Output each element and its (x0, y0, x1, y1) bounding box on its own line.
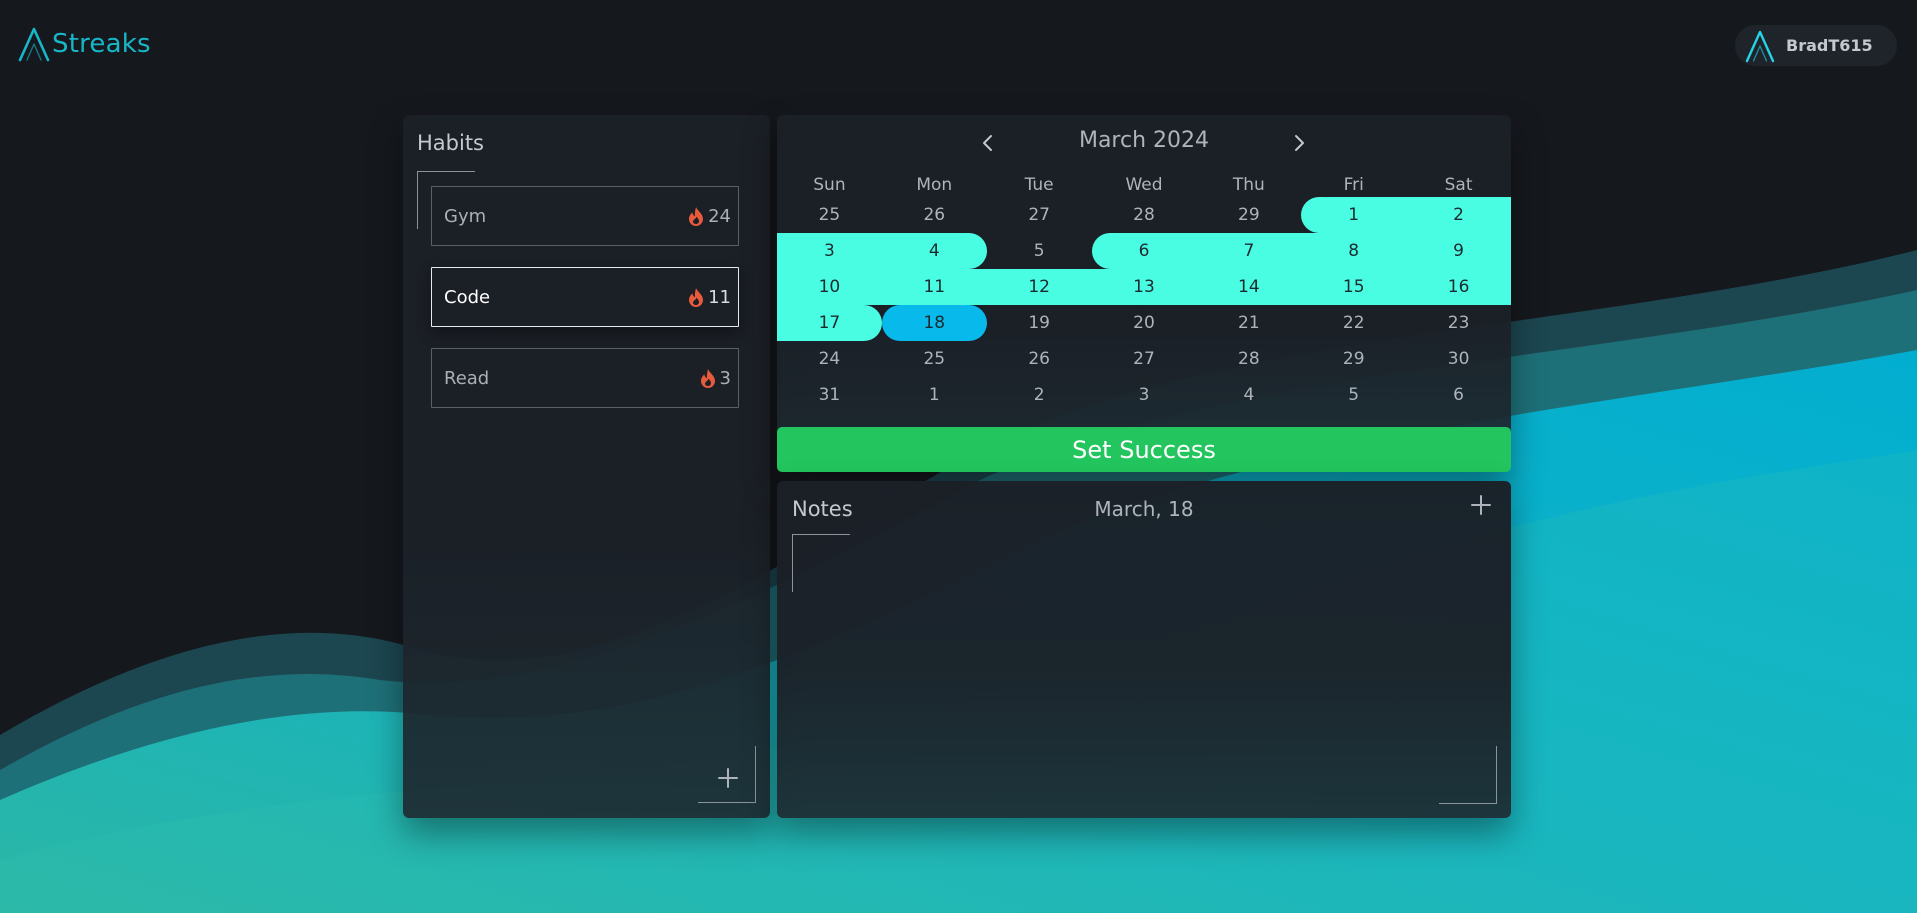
calendar-day[interactable]: 1 (882, 377, 987, 413)
calendar-day[interactable]: 8 (1301, 233, 1406, 269)
calendar-day[interactable]: 18 (882, 305, 987, 341)
habit-name: Gym (444, 205, 487, 227)
calendar-day[interactable]: 17 (777, 305, 882, 341)
plus-icon (718, 768, 738, 788)
notes-panel: Notes March, 18 (777, 481, 1511, 818)
calendar-day[interactable]: 21 (1196, 305, 1301, 341)
next-month-button[interactable] (1286, 129, 1312, 157)
calendar-day[interactable]: 4 (882, 233, 987, 269)
calendar-day[interactable]: 2 (1406, 197, 1511, 233)
streak-count: 11 (688, 287, 731, 308)
calendar-day[interactable]: 20 (1092, 305, 1197, 341)
habit-item-gym[interactable]: Gym 24 (431, 186, 739, 246)
calendar-day[interactable]: 7 (1196, 233, 1301, 269)
calendar-day[interactable]: 6 (1406, 377, 1511, 413)
calendar-day[interactable]: 27 (987, 197, 1092, 233)
set-success-button[interactable]: Set Success (777, 427, 1511, 472)
streak-value: 11 (708, 286, 731, 308)
weekday-label: Wed (1125, 175, 1163, 195)
streaks-logo-icon (18, 27, 50, 62)
corner-decoration (792, 534, 850, 592)
habits-panel: Habits Gym 24 Code 11 Read 3 (403, 115, 770, 818)
flame-icon (700, 368, 715, 388)
calendar-day[interactable]: 2 (987, 377, 1092, 413)
calendar-day[interactable]: 29 (1196, 197, 1301, 233)
weekday-label: Fri (1343, 175, 1364, 195)
weekday-label: Tue (1024, 175, 1054, 195)
calendar-day[interactable]: 3 (777, 233, 882, 269)
calendar-day[interactable]: 6 (1092, 233, 1197, 269)
streak-value: 24 (708, 205, 731, 227)
streak-count: 3 (700, 368, 731, 389)
calendar-day[interactable]: 9 (1406, 233, 1511, 269)
calendar-day[interactable]: 5 (1301, 377, 1406, 413)
calendar-day[interactable]: 30 (1406, 341, 1511, 377)
app-logo[interactable]: Streaks (18, 26, 151, 62)
notes-date: March, 18 (1094, 497, 1194, 521)
habit-item-code[interactable]: Code 11 (431, 267, 739, 327)
calendar-day[interactable]: 29 (1301, 341, 1406, 377)
calendar-day[interactable]: 25 (882, 341, 987, 377)
calendar-panel: March 2024 Sun Mon Tue Wed Thu Fri Sat 25 26 27 2… (777, 115, 1511, 472)
calendar-day[interactable]: 27 (1092, 341, 1197, 377)
calendar-day[interactable]: 28 (1092, 197, 1197, 233)
calendar-day[interactable]: 23 (1406, 305, 1511, 341)
app-name: Streaks (52, 29, 151, 59)
add-habit-button[interactable] (716, 766, 740, 790)
weekday-label: Sun (813, 175, 846, 195)
calendar-day[interactable]: 11 (882, 269, 987, 305)
calendar-day[interactable]: 5 (987, 233, 1092, 269)
habits-heading: Habits (417, 131, 484, 155)
habit-name: Code (444, 286, 491, 308)
calendar-day[interactable]: 28 (1196, 341, 1301, 377)
chevron-right-icon (1295, 135, 1304, 151)
weekday-label: Thu (1232, 175, 1265, 195)
calendar-day[interactable]: 25 (777, 197, 882, 233)
calendar-day[interactable]: 15 (1301, 269, 1406, 305)
calendar-day[interactable]: 10 (777, 269, 882, 305)
calendar-day[interactable]: 14 (1196, 269, 1301, 305)
calendar-day[interactable]: 13 (1092, 269, 1197, 305)
weekday-label: Mon (916, 175, 953, 195)
streak-count: 24 (688, 206, 731, 227)
user-menu-button[interactable]: BradT615 (1735, 25, 1897, 66)
streak-value: 3 (719, 367, 731, 389)
streaks-logo-icon (1745, 30, 1775, 62)
calendar-day[interactable]: 26 (987, 341, 1092, 377)
calendar-header: March 2024 (777, 115, 1511, 167)
calendar-day[interactable]: 26 (882, 197, 987, 233)
username: BradT615 (1786, 36, 1873, 55)
calendar-day[interactable]: 3 (1092, 377, 1197, 413)
calendar-day[interactable]: 31 (777, 377, 882, 413)
calendar-day[interactable]: 16 (1406, 269, 1511, 305)
habit-name: Read (444, 367, 490, 389)
flame-icon (689, 206, 704, 226)
calendar-day[interactable]: 4 (1196, 377, 1301, 413)
month-label: March 2024 (1078, 128, 1210, 153)
weekday-label: Sat (1444, 175, 1473, 195)
flame-icon (689, 287, 704, 307)
calendar-day[interactable]: 24 (777, 341, 882, 377)
calendar-day[interactable]: 22 (1301, 305, 1406, 341)
calendar-day[interactable]: 1 (1301, 197, 1406, 233)
calendar-day[interactable]: 12 (987, 269, 1092, 305)
add-note-button[interactable] (1470, 494, 1492, 516)
corner-decoration (1439, 746, 1497, 804)
calendar-day[interactable]: 19 (987, 305, 1092, 341)
plus-icon (1471, 495, 1491, 515)
habit-item-read[interactable]: Read 3 (431, 348, 739, 408)
